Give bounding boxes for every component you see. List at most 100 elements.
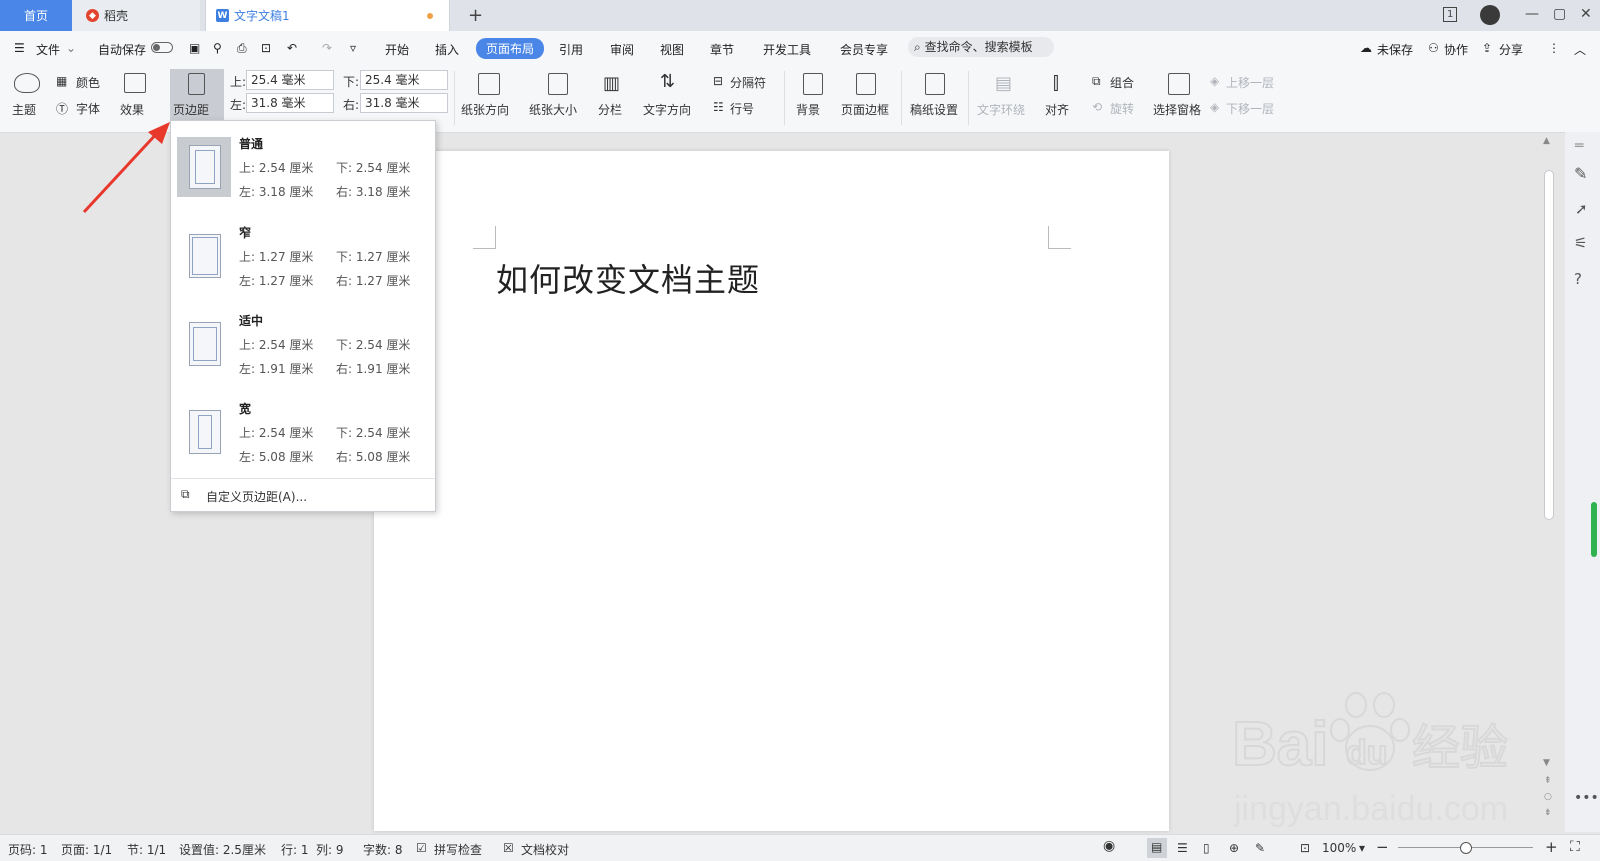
edit-pen-icon[interactable]: ✎ — [1574, 164, 1587, 183]
scroll-up-icon[interactable]: ▲ — [1543, 136, 1550, 146]
margin-option-moderate[interactable]: 适中 上: 2.54 厘米 下: 2.54 厘米 左: 1.91 厘米 右: 1… — [171, 298, 435, 386]
menu-dev-tools[interactable]: 开发工具 — [763, 41, 811, 58]
color-button[interactable]: 颜色 — [76, 74, 100, 91]
group-button[interactable]: 组合 — [1110, 74, 1134, 91]
settings-sliders-icon[interactable]: ⚟ — [1574, 234, 1587, 252]
status-section[interactable]: 节: 1/1 — [127, 841, 166, 858]
side-handle[interactable] — [1591, 502, 1597, 557]
status-page-number[interactable]: 页码: 1 — [8, 841, 48, 858]
collapse-ribbon-icon[interactable]: ︿ — [1574, 41, 1586, 58]
rotate-button[interactable]: 旋转 — [1110, 100, 1134, 117]
tab-daoke[interactable]: ◆ 稻壳 — [72, 0, 200, 31]
scroll-down-icon[interactable]: ▼ — [1543, 758, 1550, 768]
vertical-scrollbar[interactable]: ▲ ▼ ⇞ ○ ⇟ — [1543, 136, 1555, 826]
menu-start[interactable]: 开始 — [385, 41, 409, 58]
undo-icon[interactable]: ↶ — [287, 41, 297, 55]
theme-button[interactable]: 主题 — [12, 101, 36, 118]
window-count-badge[interactable]: 1 — [1443, 7, 1458, 22]
new-tab-button[interactable]: + — [468, 0, 483, 31]
write-view-icon[interactable]: ✎ — [1255, 841, 1265, 855]
cursor-icon[interactable]: ➚ — [1575, 200, 1588, 218]
status-pages[interactable]: 页面: 1/1 — [61, 841, 112, 858]
zoom-level[interactable]: 100% — [1322, 841, 1356, 855]
share-button[interactable]: 分享 — [1499, 41, 1523, 58]
document-page[interactable]: 如何改变文档主题 — [374, 151, 1169, 831]
status-setting[interactable]: 设置值: 2.5厘米 — [179, 841, 266, 858]
custom-margins-item[interactable]: ⧉ 自定义页边距(A)... — [171, 478, 435, 512]
select-browse-icon[interactable]: ○ — [1544, 792, 1552, 802]
scroll-thumb[interactable] — [1544, 170, 1554, 520]
zoom-out-button[interactable]: − — [1376, 838, 1389, 856]
line-number-button[interactable]: 行号 — [730, 100, 754, 117]
avatar[interactable] — [1480, 5, 1500, 25]
help-icon[interactable]: ? — [1574, 270, 1582, 288]
background-button[interactable]: 背景 — [796, 101, 820, 118]
status-row[interactable]: 行: 1 — [281, 841, 309, 858]
status-column[interactable]: 列: 9 — [316, 841, 344, 858]
text-wrap-button[interactable]: 文字环绕 — [977, 101, 1025, 118]
menu-review[interactable]: 审阅 — [610, 41, 634, 58]
customize-toolbar-icon[interactable]: ▿ — [350, 41, 356, 55]
search-box[interactable]: ⌕ 查找命令、搜索模板 — [908, 37, 1054, 57]
hamburger-icon[interactable]: ☰ — [14, 41, 25, 55]
save-icon[interactable]: ▣ — [189, 41, 200, 55]
autosave-toggle[interactable] — [151, 42, 173, 53]
menu-member[interactable]: 会员专享 — [840, 41, 888, 58]
font-button[interactable]: 字体 — [76, 100, 100, 117]
orientation-button[interactable]: 纸张方向 — [461, 101, 509, 118]
page-border-button[interactable]: 页面边框 — [841, 101, 889, 118]
left-margin-input[interactable]: 31.8 毫米 — [246, 93, 334, 113]
web-view-icon[interactable]: ⊕ — [1229, 841, 1239, 855]
manuscript-button[interactable]: 稿纸设置 — [910, 101, 958, 118]
next-page-icon[interactable]: ⇟ — [1544, 808, 1552, 818]
format-painter-icon[interactable]: ⚲ — [213, 41, 222, 55]
fullscreen-icon[interactable]: ⛶ — [1570, 839, 1580, 855]
print-preview-icon[interactable]: ⊡ — [261, 41, 271, 55]
menu-references[interactable]: 引用 — [559, 41, 583, 58]
more-options-icon[interactable]: ••• — [1574, 790, 1599, 806]
file-menu[interactable]: 文件 — [36, 41, 60, 58]
minimize-button[interactable]: — — [1525, 6, 1539, 22]
chevron-down-icon[interactable]: ⌄ — [66, 41, 76, 55]
menu-page-layout[interactable]: 页面布局 — [476, 38, 545, 59]
tab-home[interactable]: 首页 — [0, 0, 72, 31]
align-button[interactable]: 对齐 — [1045, 101, 1069, 118]
proofread-button[interactable]: 文档校对 — [521, 841, 569, 858]
unsaved-status[interactable]: 未保存 — [1377, 41, 1413, 58]
breaks-button[interactable]: 分隔符 — [730, 74, 766, 91]
columns-button[interactable]: 分栏 — [598, 101, 622, 118]
zoom-dropdown-icon[interactable]: ▾ — [1359, 841, 1365, 855]
text-direction-button[interactable]: 文字方向 — [643, 101, 691, 118]
menu-insert[interactable]: 插入 — [435, 41, 459, 58]
outline-view-icon[interactable]: ☰ — [1177, 841, 1188, 855]
bring-forward-button[interactable]: 上移一层 — [1226, 74, 1274, 91]
panel-collapse-icon[interactable]: ═ — [1575, 138, 1583, 154]
zoom-slider-thumb[interactable] — [1460, 842, 1472, 854]
document-text[interactable]: 如何改变文档主题 — [496, 255, 760, 301]
print-icon[interactable]: ⎙ — [237, 41, 247, 56]
prev-page-icon[interactable]: ⇞ — [1544, 776, 1552, 786]
spell-check-button[interactable]: 拼写检查 — [434, 841, 482, 858]
margin-option-narrow[interactable]: 窄 上: 1.27 厘米 下: 1.27 厘米 左: 1.27 厘米 右: 1.… — [171, 210, 435, 298]
effect-button[interactable]: 效果 — [120, 101, 144, 118]
eye-protection-icon[interactable]: ◉ — [1103, 838, 1115, 854]
menu-chapter[interactable]: 章节 — [710, 41, 734, 58]
redo-icon[interactable]: ↷ — [322, 41, 332, 55]
collab-button[interactable]: 协作 — [1444, 41, 1468, 58]
top-margin-input[interactable]: 25.4 毫米 — [246, 70, 334, 90]
zoom-in-button[interactable]: + — [1545, 838, 1558, 856]
close-button[interactable]: ✕ — [1580, 6, 1592, 22]
selection-pane-button[interactable]: 选择窗格 — [1153, 101, 1201, 118]
maximize-button[interactable]: ▢ — [1553, 6, 1566, 22]
right-margin-input[interactable]: 31.8 毫米 — [360, 93, 448, 113]
menu-view[interactable]: 视图 — [660, 41, 684, 58]
reading-view-icon[interactable]: ▯ — [1203, 841, 1210, 855]
page-view-button[interactable]: ▤ — [1147, 838, 1167, 858]
status-word-count[interactable]: 字数: 8 — [363, 841, 403, 858]
margin-option-normal[interactable]: 普通 上: 2.54 厘米 下: 2.54 厘米 左: 3.18 厘米 右: 3… — [171, 121, 435, 209]
bottom-margin-input[interactable]: 25.4 毫米 — [360, 70, 448, 90]
more-icon[interactable]: ⋮ — [1548, 41, 1560, 55]
margin-option-wide[interactable]: 宽 上: 2.54 厘米 下: 2.54 厘米 左: 5.08 厘米 右: 5.… — [171, 386, 435, 474]
send-backward-button[interactable]: 下移一层 — [1226, 100, 1274, 117]
fit-page-icon[interactable]: ⊡ — [1300, 841, 1310, 855]
